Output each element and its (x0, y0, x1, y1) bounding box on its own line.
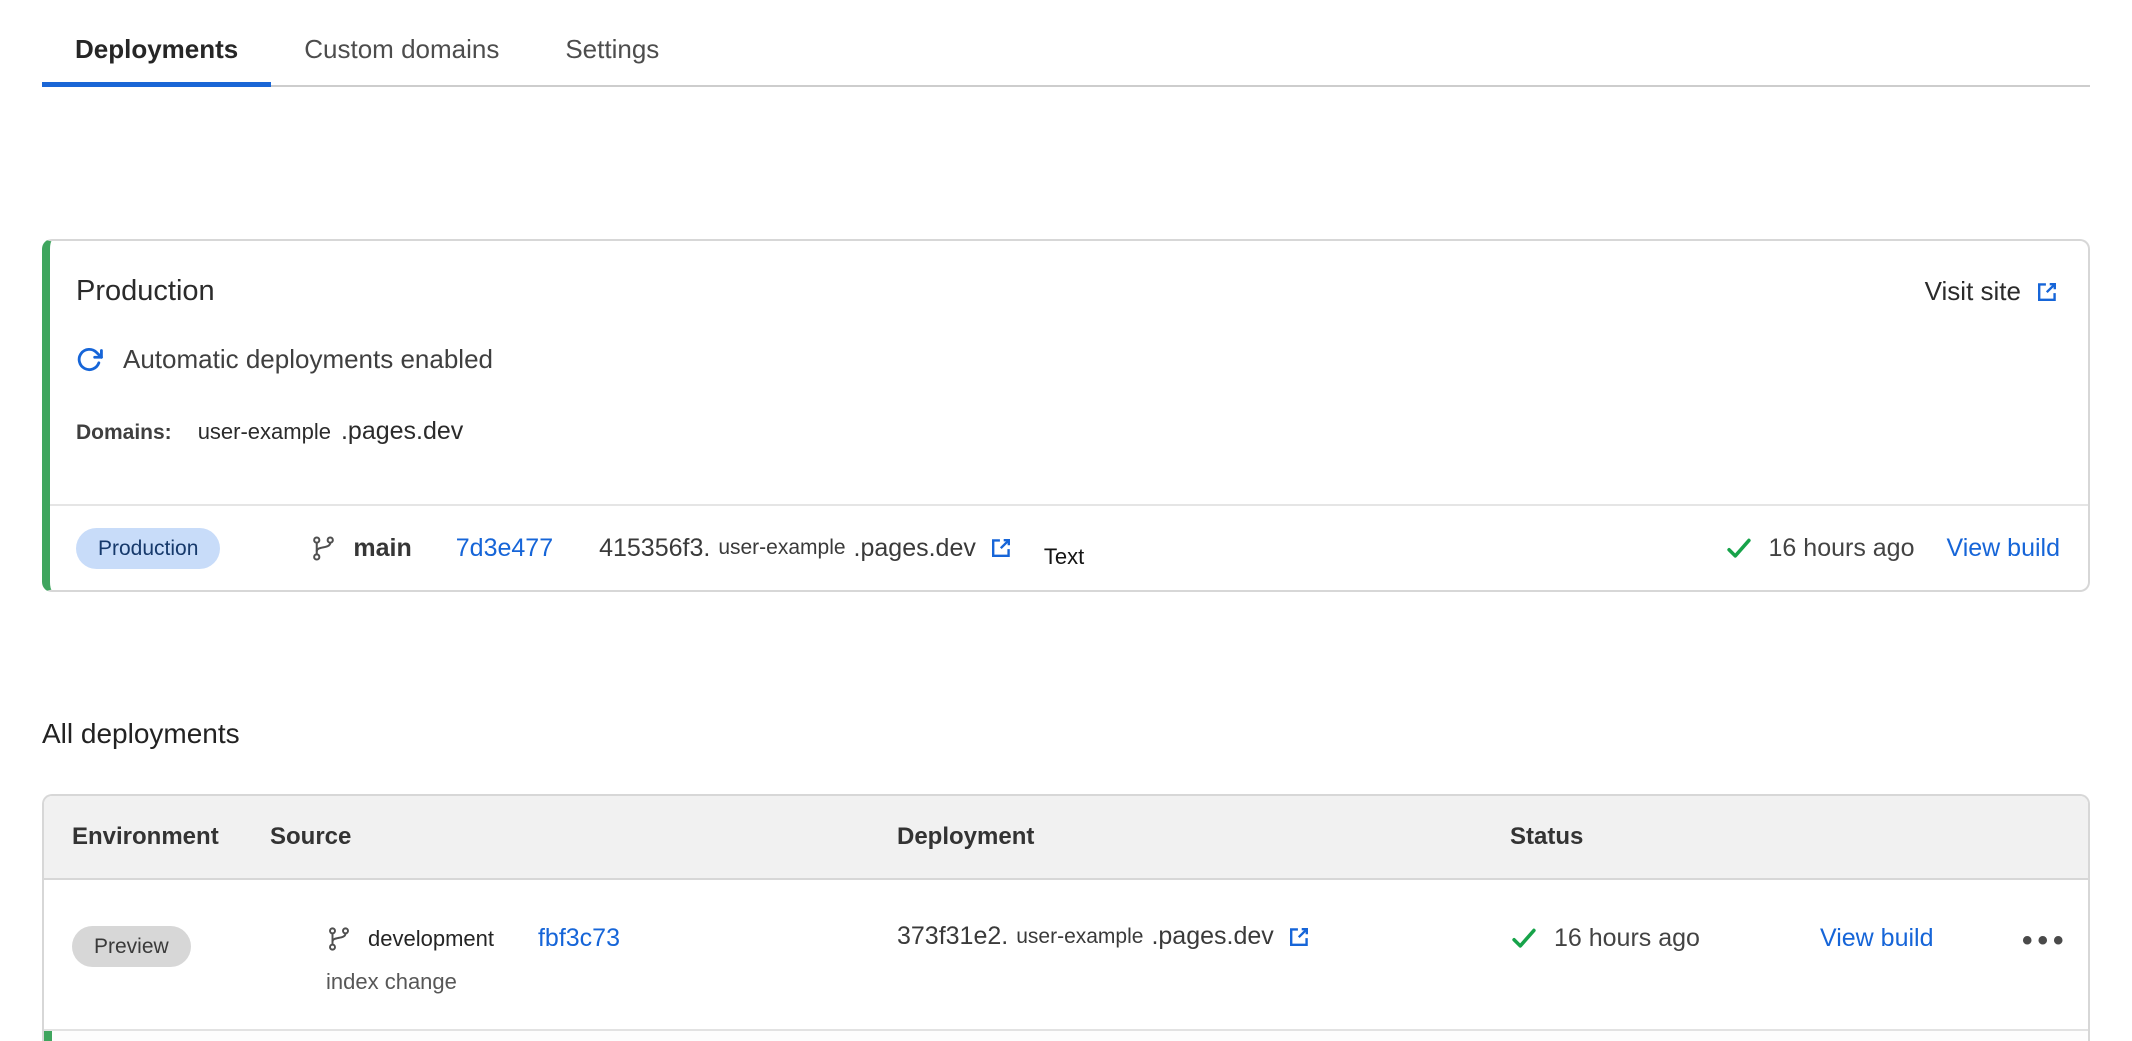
column-source: Source (270, 823, 897, 851)
domains-label: Domains: (76, 421, 172, 445)
domain-suffix: .pages.dev (341, 417, 463, 446)
production-deployment-row: Production main 7d3e477 415356f3. user-e… (50, 504, 2088, 590)
deployment-url-name: user-example (718, 536, 845, 560)
git-branch-icon (326, 926, 352, 952)
environment-badge-production: Production (76, 528, 220, 569)
column-deployment: Deployment (897, 823, 1510, 851)
deployment-url-link[interactable]: 415356f3. user-example .pages.dev (599, 534, 1014, 563)
external-link-icon (2034, 279, 2060, 305)
production-card-body: Production Visit site (50, 241, 2088, 504)
deployments-page: Deployments Custom domains Settings Prod… (0, 0, 2132, 1041)
branch-name: development (368, 926, 494, 952)
commit-link[interactable]: 7d3e477 (456, 534, 553, 563)
tab-deployments[interactable]: Deployments (42, 24, 271, 85)
deployment-time: 16 hours ago (1769, 534, 1915, 563)
deployment-url-prefix: 415356f3. (599, 534, 710, 563)
production-title: Production (76, 275, 215, 308)
view-build-cell: View build (1820, 880, 2010, 1029)
deployment-url-suffix: .pages.dev (1151, 922, 1273, 951)
commit-message: index change (326, 969, 897, 995)
actions-cell: ••• (2010, 880, 2069, 1029)
table-row: Preview development fbf3c73 (44, 880, 2088, 1031)
status-cell: 16 hours ago (1510, 880, 1820, 1029)
environment-badge-preview: Preview (72, 926, 191, 967)
tab-settings[interactable]: Settings (532, 24, 692, 85)
commit-note: Text (1044, 544, 1084, 570)
production-card: Production Visit site (42, 239, 2090, 592)
branch-group: main (310, 534, 411, 563)
view-build-link[interactable]: View build (1820, 924, 1934, 952)
git-branch-icon (310, 535, 337, 562)
source-cell: development fbf3c73 index change (270, 880, 897, 1029)
domains-row: Domains: user-example .pages.dev (76, 417, 2060, 446)
next-row-partial (44, 1031, 2088, 1041)
tab-bar: Deployments Custom domains Settings (42, 0, 2090, 87)
auto-deployments-row: Automatic deployments enabled (76, 344, 2060, 375)
deployment-url-name: user-example (1016, 925, 1143, 949)
production-card-header: Production Visit site (76, 275, 2060, 308)
status-group: 16 hours ago View build (1725, 534, 2060, 563)
view-build-link[interactable]: View build (1946, 534, 2060, 563)
check-icon (1725, 534, 1753, 562)
commit-link[interactable]: fbf3c73 (538, 924, 620, 953)
column-status: Status (1510, 823, 1820, 851)
visit-site-link[interactable]: Visit site (1925, 276, 2060, 307)
deployment-url-suffix: .pages.dev (854, 534, 976, 563)
check-icon (1510, 924, 1538, 952)
branch-name: main (353, 534, 411, 563)
deployment-url-prefix: 373f31e2. (897, 922, 1008, 951)
auto-deployments-text: Automatic deployments enabled (123, 344, 493, 375)
external-link-icon[interactable] (1286, 924, 1312, 950)
refresh-icon (76, 346, 103, 373)
environment-cell: Preview (72, 880, 270, 1029)
deployment-cell: 373f31e2. user-example .pages.dev (897, 880, 1510, 1029)
deployment-url-link[interactable]: 373f31e2. user-example .pages.dev (897, 922, 1312, 951)
tab-custom-domains[interactable]: Custom domains (271, 24, 532, 85)
all-deployments-table: Environment Source Deployment Status Pre… (42, 794, 2090, 1041)
domain-name: user-example (198, 419, 331, 445)
external-link-icon[interactable] (988, 535, 1014, 561)
all-deployments-heading: All deployments (42, 718, 2090, 750)
visit-site-label: Visit site (1925, 276, 2021, 307)
row-actions-menu-icon[interactable]: ••• (2022, 924, 2069, 957)
column-environment: Environment (72, 823, 270, 851)
deployment-time: 16 hours ago (1554, 924, 1700, 953)
table-header: Environment Source Deployment Status (44, 796, 2088, 880)
